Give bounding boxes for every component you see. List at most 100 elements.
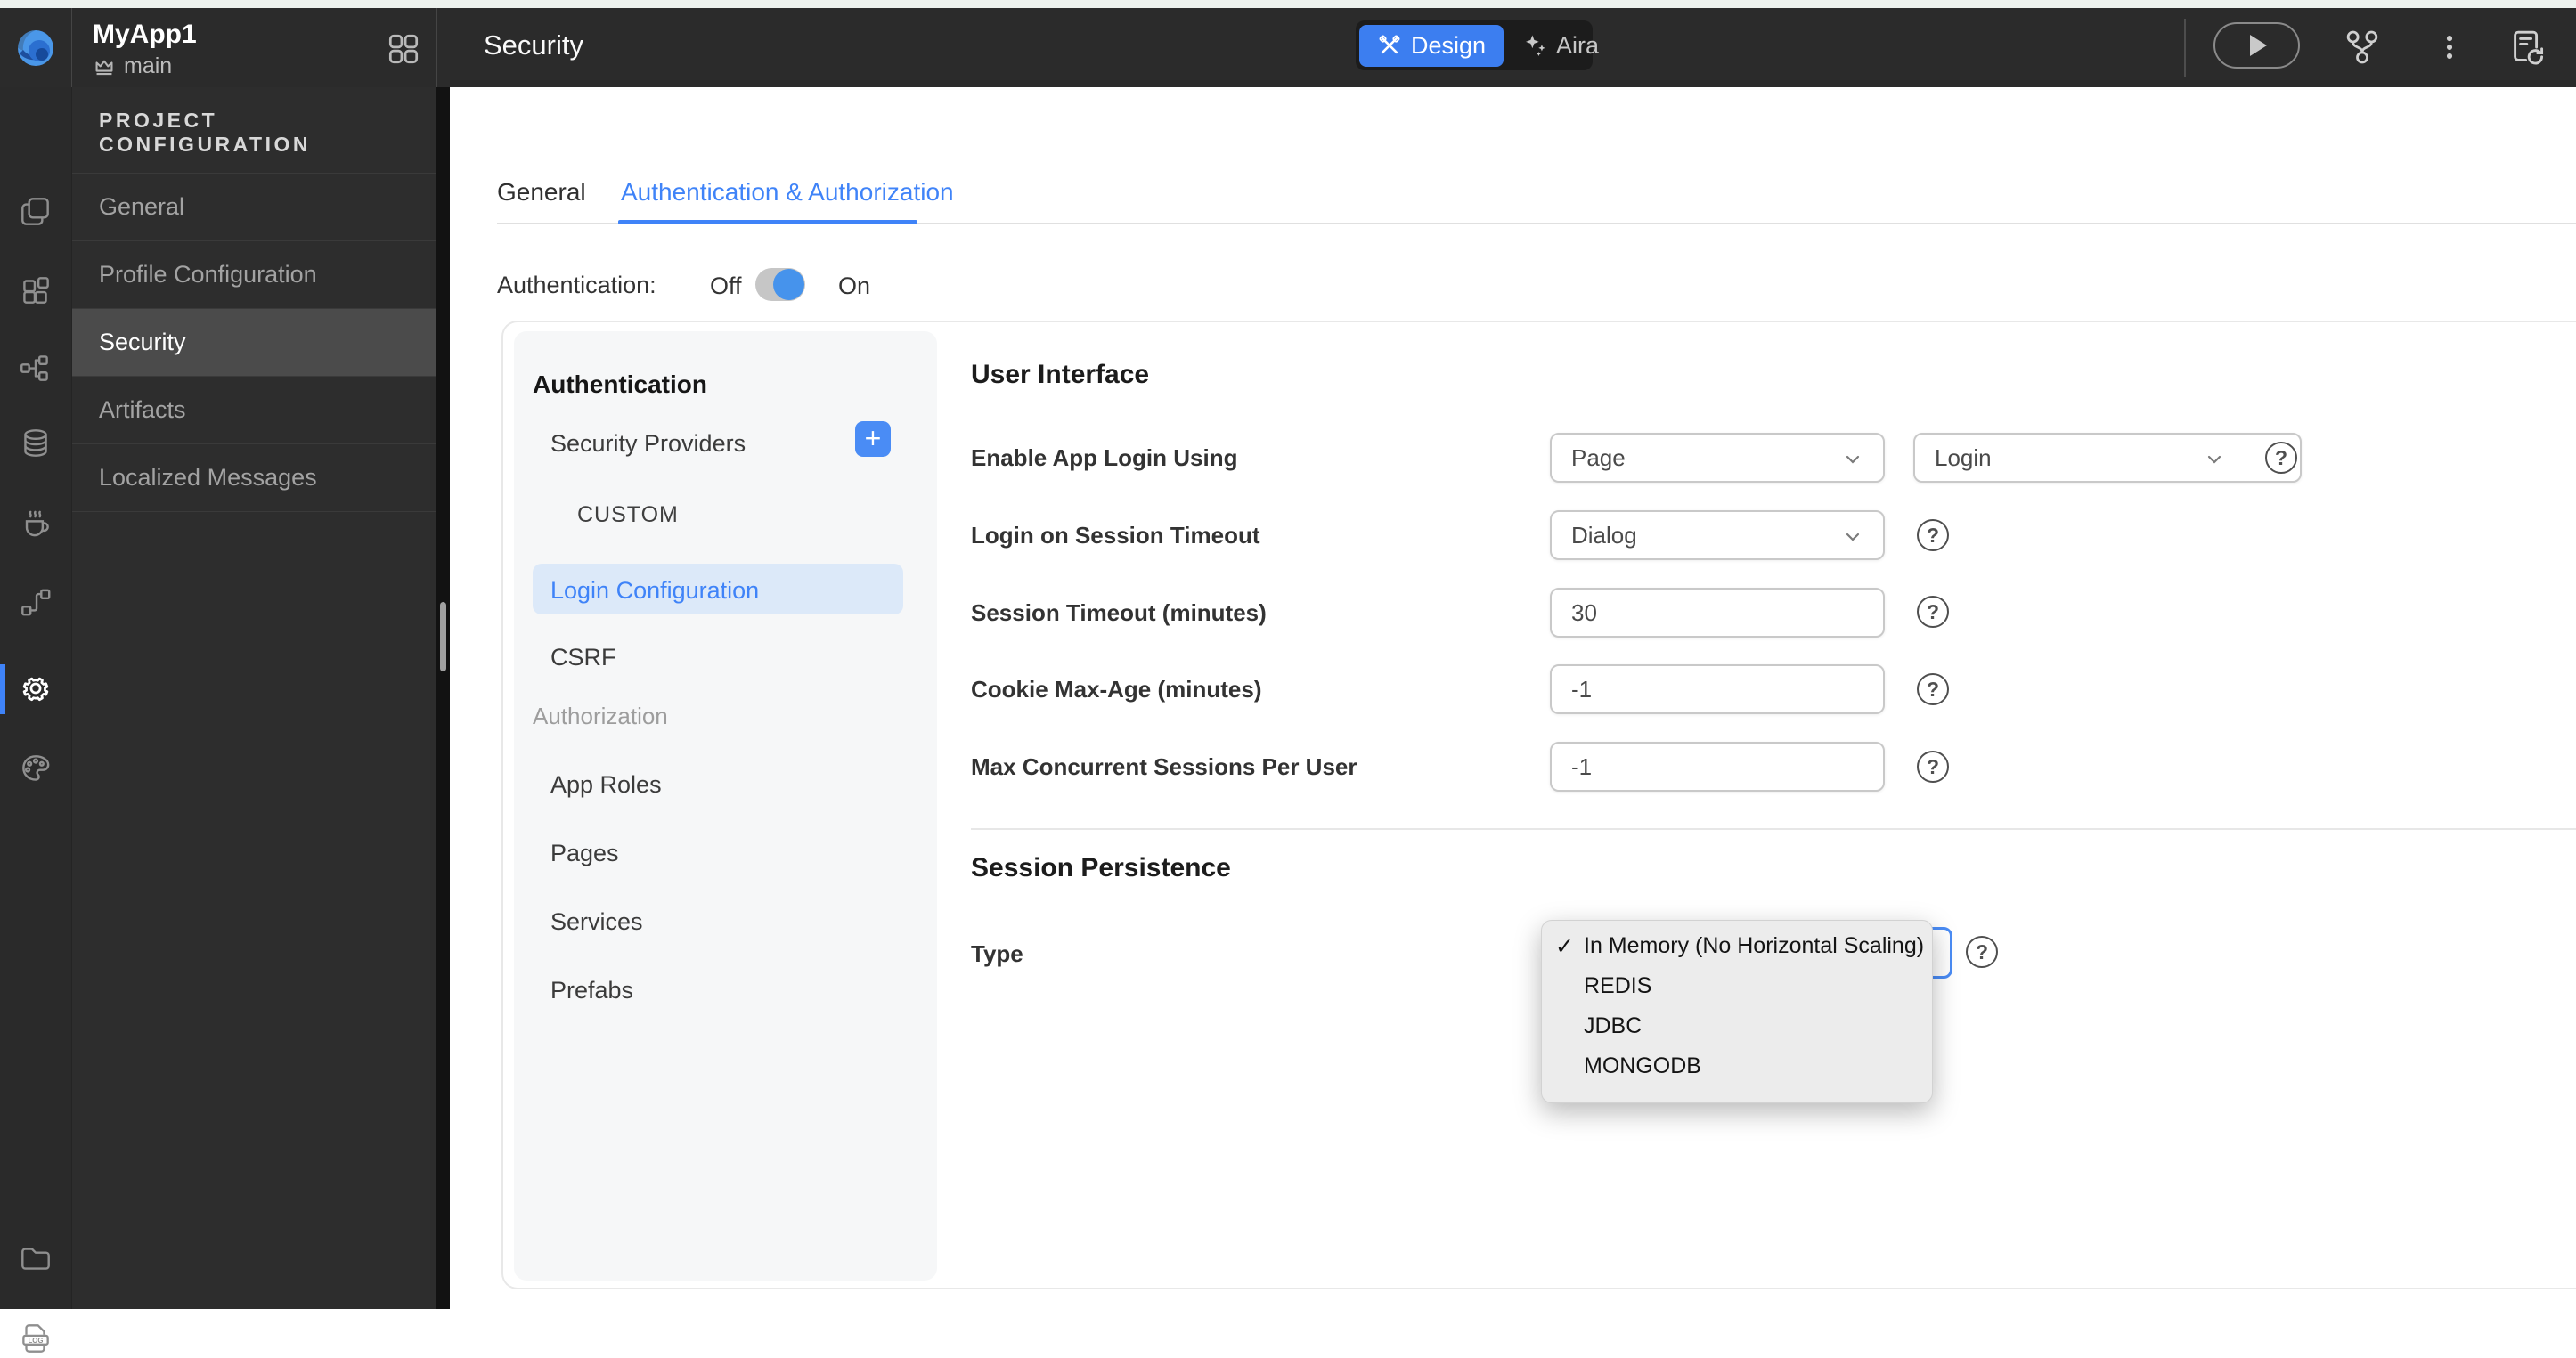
nav-item-login-configuration-label: Login Configuration <box>550 577 760 604</box>
tab-authentication-authorization[interactable]: Authentication & Authorization <box>621 178 954 207</box>
label-max-concurrent-sessions: Max Concurrent Sessions Per User <box>971 753 1357 780</box>
nav-item-app-roles[interactable]: App Roles <box>550 771 662 799</box>
log-file-icon: LOG <box>22 1324 49 1353</box>
kebab-menu-icon <box>2446 36 2453 59</box>
rail-item-settings-active[interactable] <box>16 669 55 708</box>
nav-group-custom[interactable]: CUSTOM <box>577 502 679 528</box>
mode-design-label: Design <box>1411 31 1487 59</box>
doc-refresh-icon <box>2514 30 2544 65</box>
app-name: MyApp1 <box>93 20 197 49</box>
login-on-session-timeout-select[interactable]: Dialog <box>1550 510 1885 560</box>
pages-icon <box>21 198 49 225</box>
menu-item-in-memory-selected[interactable]: ✓ In Memory (No Horizontal Scaling) <box>1542 926 1932 966</box>
page-title: Security <box>484 29 583 61</box>
login-page-select[interactable]: Login <box>1913 433 2302 483</box>
section-divider <box>971 828 2576 830</box>
sidebar-item-general[interactable]: General <box>72 174 436 241</box>
enable-app-login-select[interactable]: Page <box>1550 433 1885 483</box>
nav-heading-authorization: Authorization <box>533 703 668 729</box>
label-enable-app-login: Enable App Login Using <box>971 444 1238 471</box>
mode-design-button[interactable]: Design <box>1359 24 1504 67</box>
palette-icon <box>22 755 50 781</box>
authentication-toggle[interactable] <box>755 268 805 301</box>
rail-item-structure[interactable] <box>16 348 55 387</box>
rail-item-pages[interactable] <box>16 192 55 232</box>
run-preview-button[interactable] <box>2213 22 2300 69</box>
coffee-cup-icon <box>25 510 49 537</box>
help-icon[interactable]: ? <box>1917 751 1949 783</box>
window-top-strip <box>0 0 2576 8</box>
rail-item-logs[interactable]: LOG <box>16 1319 55 1358</box>
active-tab-underline <box>618 220 917 224</box>
help-icon[interactable]: ? <box>1966 936 1998 968</box>
cookie-max-age-input[interactable]: -1 <box>1550 664 1885 714</box>
nav-heading-authentication: Authentication <box>533 370 707 398</box>
max-concurrent-sessions-input[interactable]: -1 <box>1550 742 1885 792</box>
help-icon[interactable]: ? <box>1917 519 1949 551</box>
section-heading-user-interface: User Interface <box>971 360 1150 389</box>
hierarchy-icon <box>20 355 48 381</box>
type-dropdown-menu: ✓ In Memory (No Horizontal Scaling) REDI… <box>1541 920 1933 1103</box>
label-session-timeout: Session Timeout (minutes) <box>971 599 1267 626</box>
chevron-down-icon <box>2207 455 2221 464</box>
toggle-knob <box>773 269 804 300</box>
sidebar-item-localized-messages[interactable]: Localized Messages <box>72 444 436 512</box>
help-icon[interactable]: ? <box>2265 442 2297 474</box>
app-logo[interactable] <box>0 8 72 87</box>
nav-item-csrf[interactable]: CSRF <box>550 644 616 671</box>
label-login-on-session-timeout: Login on Session Timeout <box>971 522 1260 549</box>
app-switcher-button[interactable] <box>385 30 422 68</box>
wavemaker-logo-icon <box>18 29 53 66</box>
rail-item-database[interactable] <box>16 424 55 463</box>
sidebar-item-artifacts[interactable]: Artifacts <box>72 377 436 444</box>
markup-refresh-button[interactable] <box>2507 26 2549 69</box>
project-configuration-panel: PROJECT CONFIGURATION General Profile Co… <box>71 87 436 1309</box>
authentication-label: Authentication: <box>497 272 656 298</box>
tab-general[interactable]: General <box>497 178 586 207</box>
svg-text:LOG: LOG <box>28 1337 43 1345</box>
branch-indicator[interactable]: main <box>93 53 172 79</box>
rail-item-files[interactable] <box>16 1239 55 1278</box>
label-cookie-max-age: Cookie Max-Age (minutes) <box>971 676 1262 703</box>
chevron-down-icon <box>1846 533 1860 541</box>
nav-item-pages[interactable]: Pages <box>550 840 619 867</box>
nav-item-services[interactable]: Services <box>550 908 643 936</box>
rail-item-connectors[interactable] <box>16 582 55 622</box>
security-nav-panel <box>514 331 937 1281</box>
branch-name: main <box>124 53 173 78</box>
toggle-off-label: Off <box>710 272 742 299</box>
panel-scroll-gutter <box>436 87 450 1309</box>
plus-icon: + <box>864 422 882 454</box>
play-icon <box>2250 35 2267 56</box>
help-icon[interactable]: ? <box>1917 673 1949 705</box>
sidebar-item-security[interactable]: Security <box>72 309 436 377</box>
add-provider-button[interactable]: + <box>855 421 891 457</box>
grid-icon <box>388 34 419 64</box>
deploy-pipeline-button[interactable] <box>2341 26 2384 69</box>
rail-item-java-services[interactable] <box>16 504 55 543</box>
menu-item-jdbc[interactable]: JDBC <box>1542 1006 1932 1046</box>
crown-branch-icon <box>95 60 113 75</box>
sparkles-icon <box>1526 35 1545 56</box>
rail-item-theme[interactable] <box>16 749 55 788</box>
mode-switch: Design Aira <box>1356 20 1599 70</box>
design-tools-icon <box>1379 35 1400 54</box>
nav-item-security-providers[interactable]: Security Providers <box>550 430 746 458</box>
topbar-divider <box>2184 19 2186 77</box>
session-timeout-input[interactable]: 30 <box>1550 588 1885 638</box>
folder-icon <box>21 1248 50 1270</box>
scrollbar-thumb[interactable] <box>440 602 446 671</box>
nav-item-prefabs[interactable]: Prefabs <box>550 977 633 1004</box>
menu-item-redis[interactable]: REDIS <box>1542 966 1932 1006</box>
database-icon <box>24 429 47 457</box>
activity-rail: LOG <box>0 87 71 1353</box>
rail-item-widgets[interactable] <box>16 271 55 310</box>
mode-aira-button[interactable]: Aira <box>1504 25 1617 67</box>
help-icon[interactable]: ? <box>1917 596 1949 628</box>
menu-item-mongodb[interactable]: MONGODB <box>1542 1046 1932 1086</box>
more-options-button[interactable] <box>2428 26 2471 69</box>
section-heading-session-persistence: Session Persistence <box>971 853 1231 882</box>
label-type: Type <box>971 940 1023 967</box>
sidebar-item-profile-configuration[interactable]: Profile Configuration <box>72 241 436 309</box>
toggle-on-label: On <box>838 272 871 299</box>
